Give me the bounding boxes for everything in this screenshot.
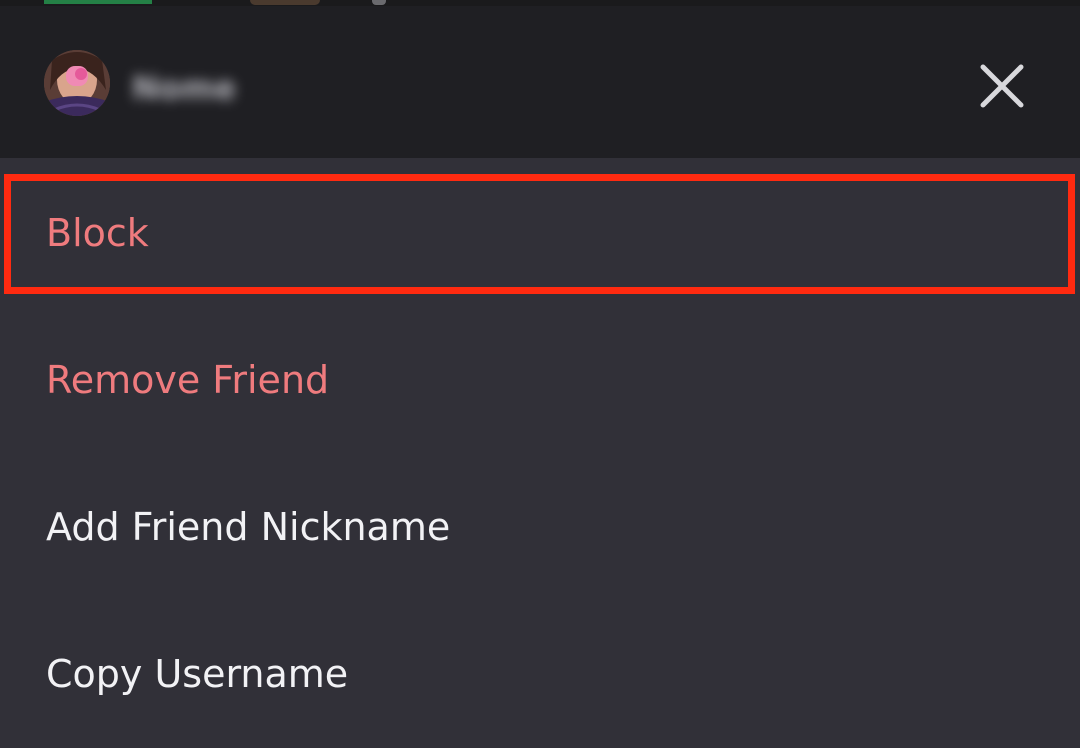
- background-avatar-fragment: [250, 0, 320, 5]
- menu-item-copy-username[interactable]: Copy Username: [0, 602, 1080, 748]
- background-green-chip: [44, 0, 152, 4]
- menu-item-label: Block: [46, 211, 149, 255]
- action-sheet-header: Nome: [0, 6, 1080, 158]
- close-button[interactable]: [970, 54, 1034, 118]
- menu-item-label: Copy Username: [46, 651, 349, 696]
- menu-item-label: Remove Friend: [46, 357, 330, 402]
- avatar: [44, 50, 110, 116]
- menu-item-label: Add Friend Nickname: [46, 504, 451, 549]
- screen: Nome Block Remove Friend Add Friend Nick…: [0, 0, 1080, 748]
- username: Nome: [132, 69, 236, 107]
- menu-item-add-friend-nickname[interactable]: Add Friend Nickname: [0, 455, 1080, 602]
- close-icon: [980, 64, 1024, 108]
- background-text-fragment: [372, 0, 386, 5]
- action-menu: Block Remove Friend Add Friend Nickname …: [0, 158, 1080, 748]
- menu-item-block[interactable]: Block: [0, 158, 1080, 308]
- menu-item-remove-friend[interactable]: Remove Friend: [0, 308, 1080, 455]
